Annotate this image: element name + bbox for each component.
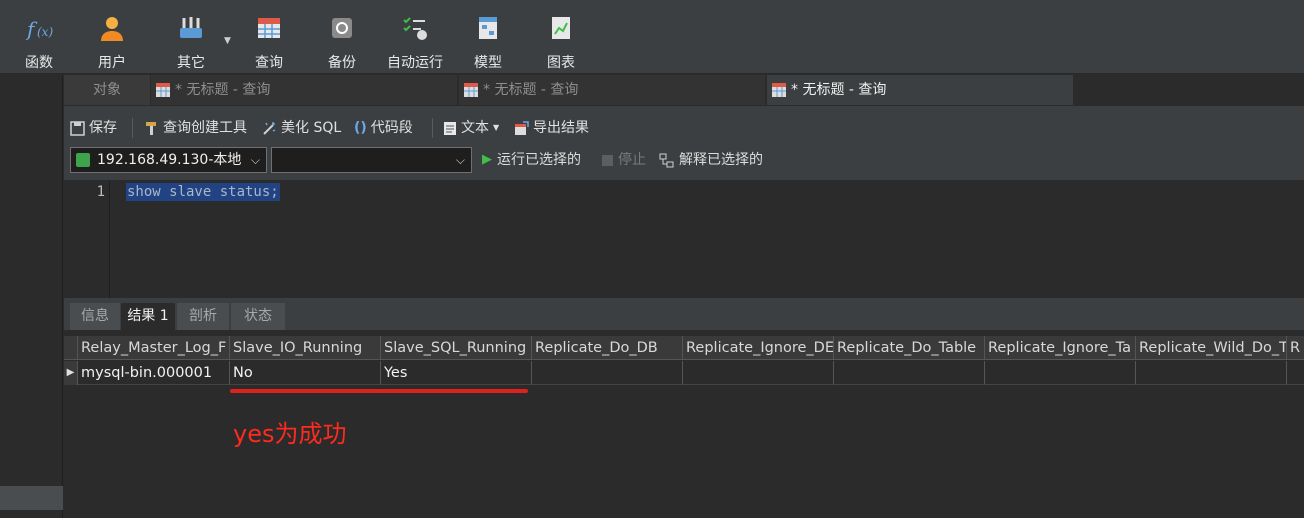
chevron-down-icon[interactable]: ▼: [493, 118, 499, 138]
text-view-button[interactable]: 文本 ▼: [443, 118, 499, 138]
query-button[interactable]: 查询: [234, 10, 304, 71]
sql-code[interactable]: show slave status;: [126, 183, 280, 201]
column-header[interactable]: Relay_Master_Log_F: [78, 336, 230, 360]
export-results-button[interactable]: 导出结果: [514, 118, 589, 138]
export-icon: [515, 120, 529, 135]
query-icon: [156, 83, 170, 97]
result-tabs: 信息 结果 1 剖析 状态: [64, 302, 1304, 330]
sql-editor[interactable]: 1 show slave status;: [64, 181, 1304, 298]
line-gutter: 1: [64, 181, 110, 298]
chart-button[interactable]: 图表: [526, 10, 596, 71]
chevron-down-icon[interactable]: ▼: [224, 36, 231, 46]
user-button[interactable]: 用户: [77, 10, 147, 71]
backup-button[interactable]: 备份: [307, 10, 377, 71]
function-button[interactable]: f (x) 函数: [4, 10, 74, 71]
toolbar-divider: [132, 118, 133, 138]
backup-icon: [332, 18, 352, 38]
column-header[interactable]: Replicate_Ignore_DE: [683, 336, 834, 360]
model-button[interactable]: 模型: [453, 10, 523, 71]
column-header[interactable]: Replicate_Wild_Do_T: [1136, 336, 1287, 360]
connection-icon: [76, 153, 90, 167]
query-builder-button[interactable]: 查询创建工具: [144, 118, 247, 138]
query-icon: [772, 83, 786, 97]
stop-icon: [602, 154, 613, 166]
annotation-text: yes为成功: [233, 420, 347, 448]
table-cell[interactable]: [1136, 361, 1287, 385]
column-header[interactable]: Replicate_Ignore_Ta: [985, 336, 1136, 360]
connection-select[interactable]: 192.168.49.130-本地 ⌵: [70, 147, 267, 173]
document-icon: [444, 121, 456, 135]
tab-status[interactable]: 状态: [231, 303, 285, 330]
magic-wand-icon: [263, 121, 276, 135]
navigation-pane[interactable]: [0, 75, 63, 518]
other-button[interactable]: 其它: [156, 10, 226, 71]
chevron-down-icon: ⌵: [250, 153, 260, 167]
row-indicator-icon[interactable]: ▶: [64, 361, 78, 385]
column-header[interactable]: Replicate_Do_Table: [834, 336, 985, 360]
column-header[interactable]: R: [1287, 336, 1304, 360]
chevron-down-icon: ⌵: [455, 153, 465, 167]
column-header[interactable]: Slave_SQL_Running: [381, 336, 532, 360]
query-icon: [258, 18, 280, 38]
tab-query-3[interactable]: * 无标题 - 查询: [767, 75, 1073, 105]
stop-button[interactable]: 停止: [602, 150, 646, 170]
code-snippet-button[interactable]: () 代码段: [354, 118, 413, 138]
toolbar-divider: [432, 118, 433, 138]
function-icon: f (x): [25, 17, 53, 41]
other-tools-icon: [180, 17, 202, 38]
navigation-selected-item[interactable]: [0, 486, 63, 510]
document-tabs: 对象 * 无标题 - 查询 * 无标题 - 查询 * 无标题 - 查询: [64, 75, 1304, 105]
row-header-corner: [64, 336, 78, 360]
line-number: 1: [96, 184, 105, 200]
hammer-icon: [146, 121, 156, 135]
query-toolbar: 保存 查询创建工具 美化 SQL () 代码段 文本 ▼ 导出结果 192.16…: [64, 106, 1304, 180]
table-cell[interactable]: [834, 361, 985, 385]
save-button[interactable]: 保存: [70, 118, 117, 138]
beautify-sql-button[interactable]: 美化 SQL: [262, 118, 341, 138]
table-cell[interactable]: mysql-bin.000001: [78, 361, 230, 385]
table-cell[interactable]: [683, 361, 834, 385]
save-icon: [70, 120, 85, 136]
tab-profile[interactable]: 剖析: [177, 303, 229, 330]
column-header[interactable]: Replicate_Do_DB: [532, 336, 683, 360]
table-cell[interactable]: [985, 361, 1136, 385]
auto-run-icon: [403, 17, 427, 40]
tab-objects[interactable]: 对象: [64, 75, 150, 105]
svg-text:(x): (x): [37, 25, 53, 39]
model-icon: [479, 17, 497, 39]
column-header[interactable]: Slave_IO_Running: [230, 336, 381, 360]
annotation-underline: [230, 389, 528, 393]
run-selected-button[interactable]: ▶ 运行已选择的: [482, 150, 581, 170]
auto-run-button[interactable]: 自动运行: [380, 10, 450, 71]
explain-selected-button[interactable]: 解释已选择的: [659, 150, 763, 170]
table-cell[interactable]: [532, 361, 683, 385]
play-icon: ▶: [482, 152, 492, 167]
table-cell[interactable]: No: [230, 361, 381, 385]
parentheses-icon: (): [354, 120, 367, 136]
user-icon: [101, 17, 123, 41]
tab-info[interactable]: 信息: [70, 303, 120, 330]
chart-icon: [552, 17, 570, 39]
tab-result-1[interactable]: 结果 1: [121, 303, 175, 330]
tab-query-1[interactable]: * 无标题 - 查询: [151, 75, 457, 105]
explain-icon: [659, 153, 674, 167]
database-select[interactable]: ⌵: [271, 147, 472, 173]
table-cell[interactable]: [1287, 361, 1304, 385]
tab-query-2[interactable]: * 无标题 - 查询: [459, 75, 765, 105]
table-cell[interactable]: Yes: [381, 361, 532, 385]
query-icon: [464, 83, 478, 97]
main-toolbar: f (x) 函数 用户 其它 ▼ 查询 备份 自动运行 模型 图表: [0, 0, 1304, 74]
grid-header: Relay_Master_Log_F Slave_IO_Running Slav…: [64, 336, 1304, 360]
